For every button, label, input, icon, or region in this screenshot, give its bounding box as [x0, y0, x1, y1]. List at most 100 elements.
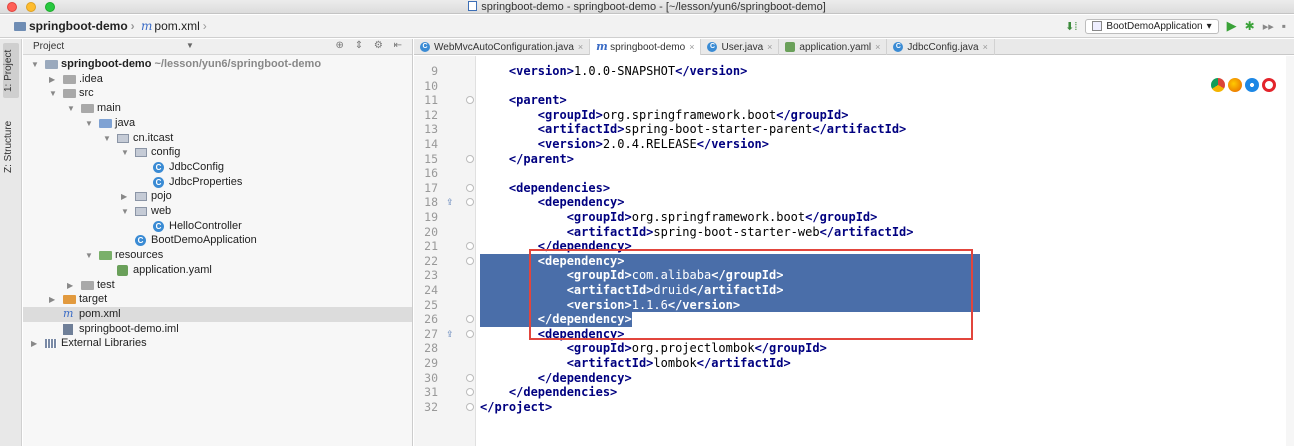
- tree-item[interactable]: ▼ springboot-demo ~/lesson/yun6/springboo…: [23, 57, 412, 72]
- fold-marker-icon[interactable]: [466, 373, 474, 382]
- tree-item[interactable]: C BootDemoApplication: [23, 233, 412, 248]
- tree-item[interactable]: ▼ java: [23, 116, 412, 131]
- collapse-arrow-icon[interactable]: ▶: [49, 292, 55, 307]
- breadcrumb-project[interactable]: springboot-demo ›: [14, 19, 138, 33]
- close-tab-icon[interactable]: ×: [578, 42, 583, 52]
- folder-icon: [63, 89, 76, 99]
- tree-item[interactable]: application.yaml: [23, 263, 412, 278]
- collapse-arrow-icon[interactable]: ▶: [121, 189, 127, 204]
- xml-text: spring-boot-starter-parent: [624, 122, 813, 137]
- tree-item[interactable]: ▼ config: [23, 145, 412, 160]
- editor-tab[interactable]: m springboot-demo ×: [590, 39, 702, 55]
- fold-marker-icon[interactable]: [466, 402, 474, 411]
- expand-arrow-icon[interactable]: ▼: [121, 145, 129, 160]
- collapse-arrow-icon[interactable]: ▶: [49, 72, 55, 87]
- project-view-select[interactable]: Project: [33, 41, 64, 52]
- debug-icon[interactable]: ✱: [1245, 19, 1255, 33]
- chevron-down-icon[interactable]: ▼: [186, 41, 194, 50]
- fold-marker-icon[interactable]: [466, 183, 474, 192]
- editor-tab-label: User.java: [721, 41, 764, 53]
- expand-arrow-icon[interactable]: ▼: [85, 248, 93, 263]
- gear-icon[interactable]: ⚙: [374, 40, 387, 51]
- fold-marker-icon[interactable]: [466, 388, 474, 397]
- opera-icon[interactable]: [1262, 78, 1276, 92]
- editor-tab[interactable]: application.yaml ×: [779, 39, 888, 55]
- tree-item[interactable]: ▼ cn.itcast: [23, 131, 412, 146]
- tree-item[interactable]: C JdbcConfig: [23, 160, 412, 175]
- firefox-icon[interactable]: [1228, 78, 1242, 92]
- code-line: <artifactId>spring-boot-starter-parent</…: [480, 122, 906, 137]
- tree-item[interactable]: ▼ main: [23, 101, 412, 116]
- expand-arrow-icon[interactable]: ▼: [49, 86, 57, 101]
- expand-arrow-icon[interactable]: ▼: [31, 57, 39, 72]
- close-tab-icon[interactable]: ×: [767, 42, 772, 52]
- run-config-select[interactable]: BootDemoApplication ▾: [1085, 18, 1219, 34]
- chrome-icon[interactable]: [1211, 78, 1225, 92]
- tree-item-label: src: [79, 87, 94, 100]
- chevron-down-icon: ▾: [1206, 20, 1212, 32]
- editor-tab[interactable]: C User.java ×: [701, 39, 780, 55]
- xml-text: 2.0.4.RELEASE: [602, 137, 697, 151]
- project-tool-tab[interactable]: 1: Project: [3, 43, 19, 98]
- library-icon: [45, 339, 57, 349]
- editor-gutter: 9 10 11 12 13 14 15 16 17 18 ⇪ 19 20 21 22 23 24 25 26 27 ⇪ 2…: [414, 56, 476, 446]
- expand-arrow-icon[interactable]: ▼: [85, 116, 93, 131]
- breadcrumb-file[interactable]: m pom.xml ›: [141, 19, 210, 33]
- xml-tag: </version>: [675, 64, 748, 78]
- tree-item[interactable]: m pom.xml: [23, 306, 412, 322]
- xml-tag: </groupId>: [805, 210, 878, 224]
- stop-icon[interactable]: ▪: [1282, 19, 1286, 33]
- expand-arrow-icon[interactable]: ▼: [67, 101, 75, 116]
- xml-tag: </dependencies>: [508, 385, 618, 400]
- build-icon[interactable]: ⬇⁞: [1065, 20, 1077, 33]
- close-tab-icon[interactable]: ×: [689, 42, 694, 52]
- package-icon: [135, 207, 147, 216]
- safari-icon[interactable]: [1245, 78, 1259, 92]
- expand-arrow-icon[interactable]: ▼: [121, 204, 129, 219]
- tree-item[interactable]: C HelloController: [23, 219, 412, 234]
- fold-marker-icon[interactable]: [466, 315, 474, 324]
- expand-arrow-icon[interactable]: ▼: [103, 131, 111, 146]
- xml-text: org.springframework.boot: [602, 107, 777, 122]
- tree-item[interactable]: ▶ External Libraries: [23, 336, 412, 351]
- close-tab-icon[interactable]: ×: [983, 42, 988, 52]
- fold-marker-icon[interactable]: [466, 329, 474, 338]
- tree-item[interactable]: ▶ .idea: [23, 72, 412, 87]
- fold-marker-icon[interactable]: [466, 242, 474, 251]
- collapse-arrow-icon[interactable]: ▶: [67, 278, 73, 293]
- editor-tab[interactable]: C WebMvcAutoConfiguration.java ×: [414, 39, 591, 55]
- scroll-from-source-icon[interactable]: ⊕: [336, 40, 348, 51]
- collapse-arrow-icon[interactable]: ▶: [31, 336, 37, 351]
- project-panel-header: Project ▼ ⊕ ⇕ ⚙ ⇤: [23, 39, 412, 55]
- fold-marker-icon[interactable]: [466, 96, 474, 105]
- tree-item[interactable]: ▼ resources: [23, 248, 412, 263]
- code-editor[interactable]: 9 10 11 12 13 14 15 16 17 18 ⇪ 19 20 21 22 23 24 25 26 27 ⇪ 2…: [414, 56, 1294, 446]
- fold-marker-icon[interactable]: [466, 154, 474, 163]
- structure-tool-tab[interactable]: Z: Structure: [3, 109, 19, 184]
- tree-item[interactable]: C JdbcProperties: [23, 175, 412, 190]
- tree-item[interactable]: ▼ web: [23, 204, 412, 219]
- collapse-all-icon[interactable]: ⇕: [355, 40, 367, 51]
- line-number: 19: [424, 210, 438, 224]
- editor-scrollbar[interactable]: [1286, 56, 1294, 446]
- tree-item[interactable]: ▶ target: [23, 292, 412, 307]
- hide-icon[interactable]: ⇤: [394, 40, 406, 51]
- tree-item-label: main: [97, 102, 121, 115]
- class-icon: C: [707, 42, 718, 52]
- package-icon: [135, 192, 147, 202]
- coverage-icon[interactable]: ▸▸: [1263, 20, 1274, 33]
- fold-marker-icon[interactable]: [466, 256, 474, 265]
- tree-item[interactable]: ▶ pojo: [23, 189, 412, 204]
- close-tab-icon[interactable]: ×: [875, 42, 880, 52]
- maven-dependency-icon[interactable]: ⇪: [446, 329, 454, 340]
- run-icon[interactable]: ▶: [1227, 18, 1237, 34]
- tree-item-label: External Libraries: [61, 337, 147, 350]
- fold-marker-icon[interactable]: [466, 198, 474, 207]
- maven-dependency-icon[interactable]: ⇪: [446, 197, 454, 208]
- tree-item[interactable]: ▼ src: [23, 86, 412, 101]
- breadcrumb-project-label: springboot-demo: [29, 19, 128, 33]
- tree-item[interactable]: ▶ test: [23, 278, 412, 293]
- yaml-file-icon: [785, 42, 796, 52]
- editor-tab[interactable]: C JdbcConfig.java ×: [887, 39, 995, 55]
- tree-item[interactable]: springboot-demo.iml: [23, 322, 412, 337]
